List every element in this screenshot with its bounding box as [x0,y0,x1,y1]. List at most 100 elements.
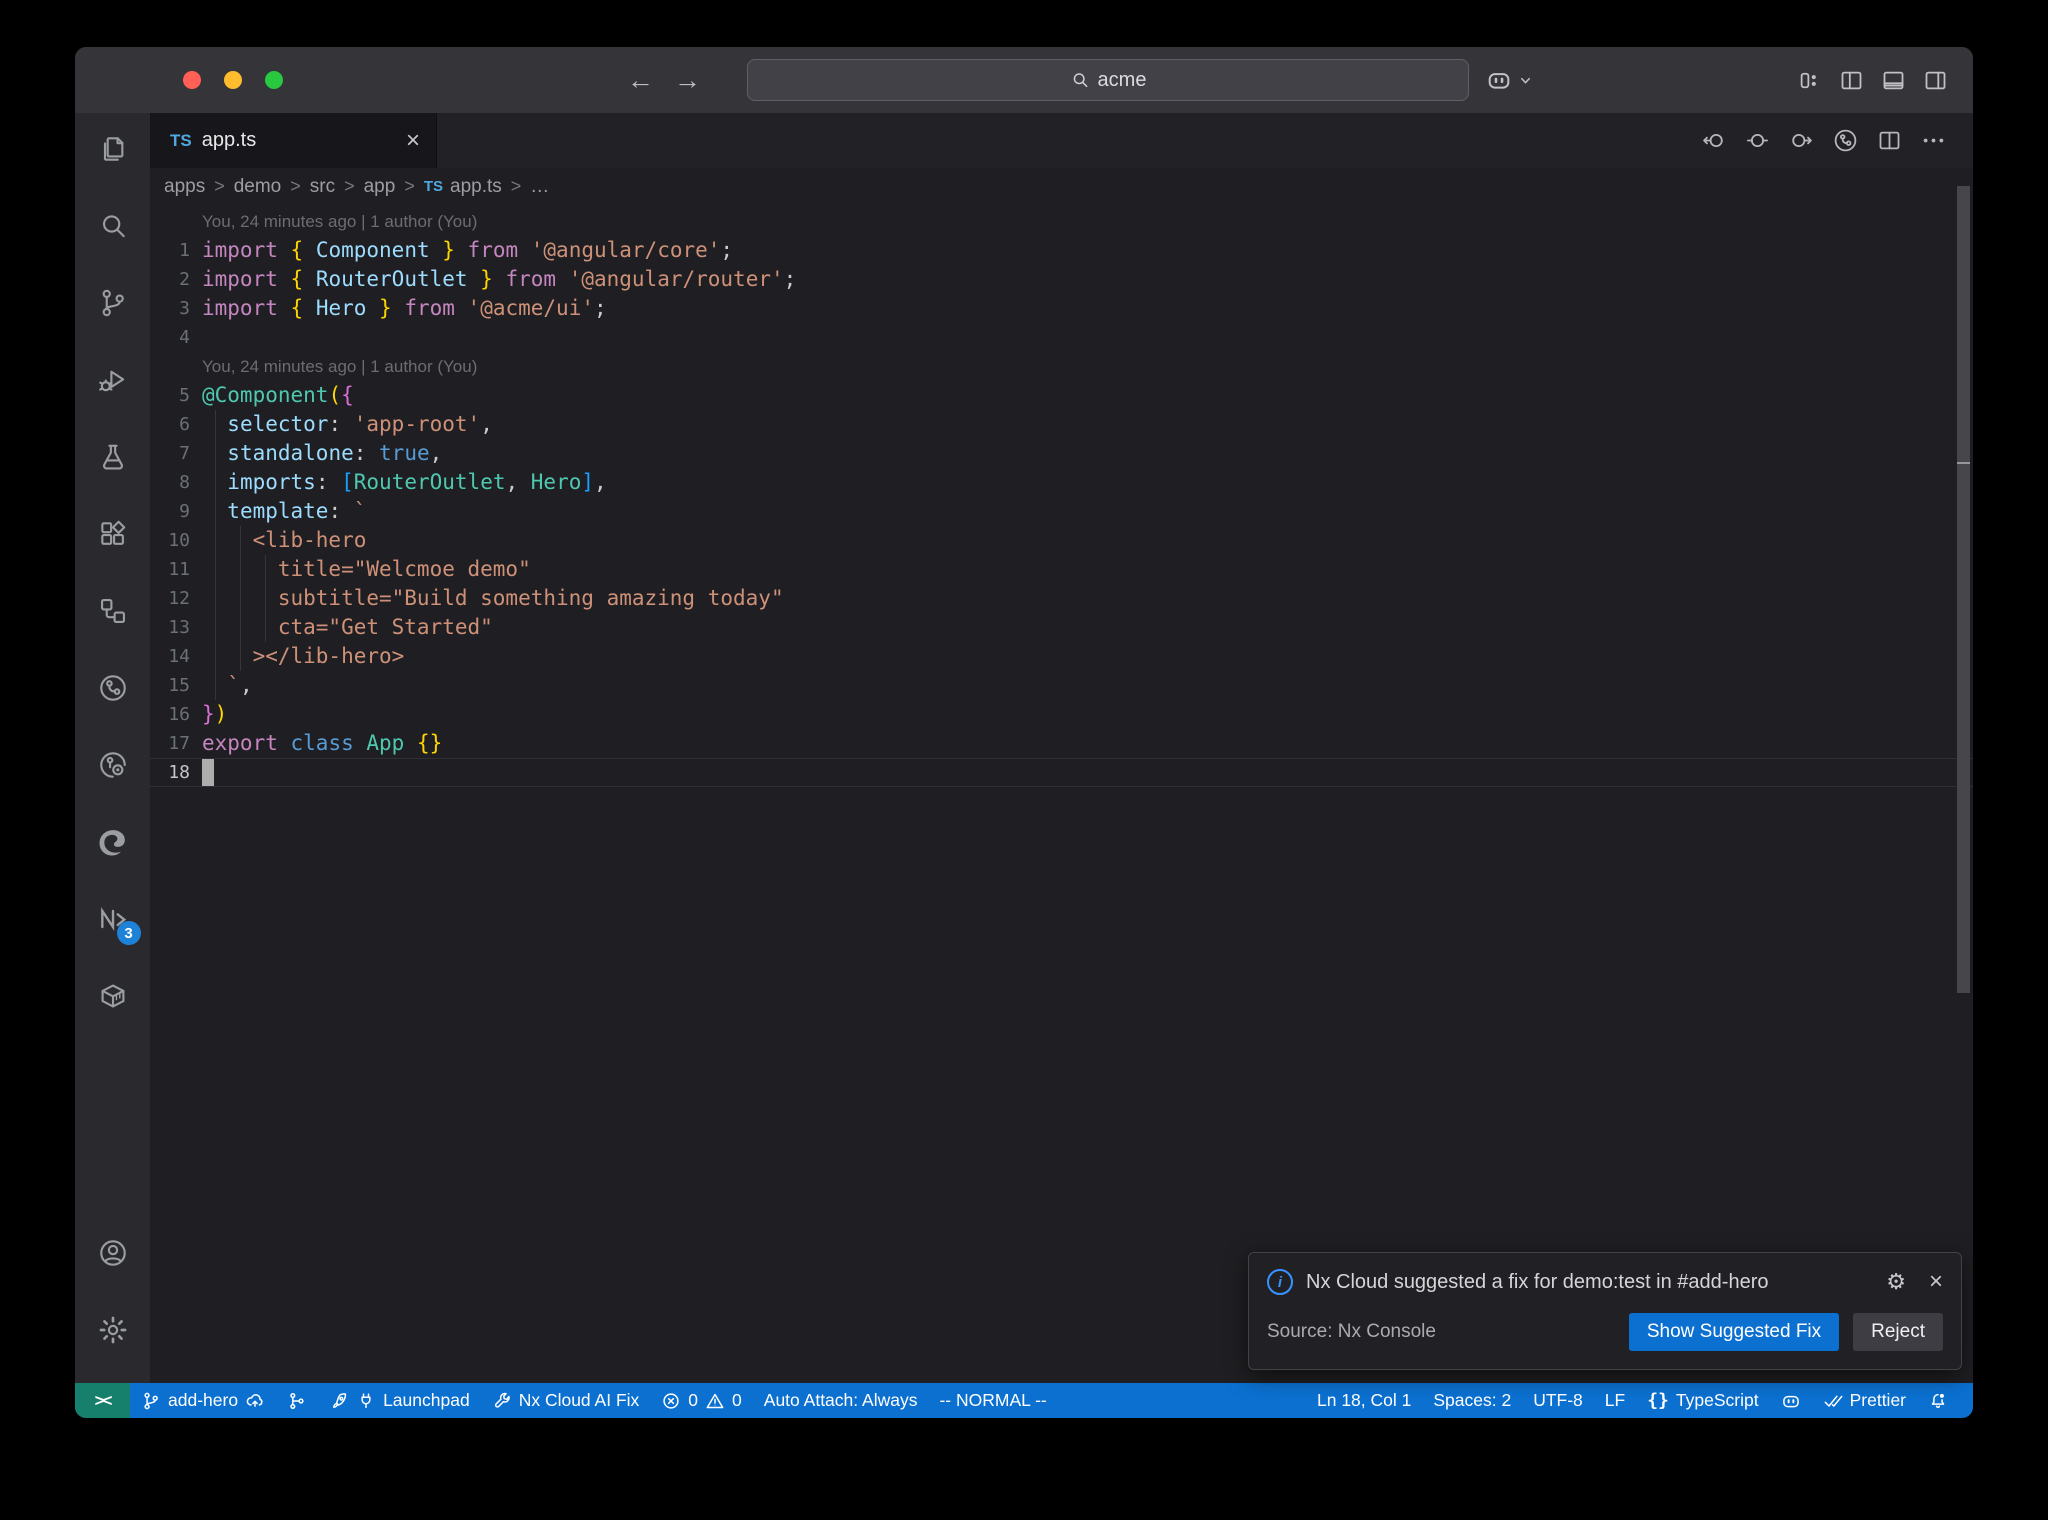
code-line-3[interactable]: 3 import { Hero } from '@acme/ui'; [150,294,1973,323]
breadcrumb-item[interactable]: … [530,176,549,198]
activity-git-graph-icon[interactable] [89,664,137,712]
git-graph-small-icon [287,1391,307,1411]
status-auto-attach[interactable]: Auto Attach: Always [753,1383,929,1418]
code-line-11[interactable]: 11 title="Welcmoe demo" [150,555,1973,584]
breadcrumb-item[interactable]: TS app.ts [424,176,502,198]
status-language-mode[interactable]: {} TypeScript [1636,1383,1769,1418]
copilot-menu[interactable] [1485,47,1533,113]
nav-back-icon[interactable] [1700,127,1727,154]
code-line-1[interactable]: 1 import { Component } from '@angular/cor… [150,236,1973,265]
status-indentation[interactable]: Spaces: 2 [1422,1383,1522,1418]
status-formatter[interactable]: Prettier [1812,1383,1917,1418]
activity-docker-icon[interactable] [89,972,137,1020]
status-notifications-bell[interactable] [1917,1383,1959,1418]
activity-hierarchy-icon[interactable] [89,587,137,635]
vscode-window: ← → acme 3 TS app.ts × apps > demo > src… [75,47,1973,1418]
code-line-12[interactable]: 12 subtitle="Build something amazing tod… [150,584,1973,613]
run-graph-icon[interactable] [1832,127,1859,154]
nav-forward-icon[interactable] [1788,127,1815,154]
split-editor-icon[interactable] [1876,127,1903,154]
activity-extensions-icon[interactable] [89,510,137,558]
code-line-5[interactable]: 5 @Component({ [150,381,1973,410]
toggle-panel-icon[interactable] [1880,67,1907,94]
status-branch[interactable]: add-hero [130,1383,276,1418]
activity-search-icon[interactable] [89,202,137,250]
code-line-14[interactable]: 14 ></lib-hero> [150,642,1973,671]
show-suggested-fix-button[interactable]: Show Suggested Fix [1628,1313,1840,1351]
history-back-icon[interactable]: ← [627,65,654,96]
code-line-15[interactable]: 15 `, [150,671,1973,700]
code-line-6[interactable]: 6 selector: 'app-root', [150,410,1973,439]
line-number: 2 [179,269,190,290]
code-line-9[interactable]: 9 template: ` [150,497,1973,526]
status-git-graph-status[interactable] [276,1383,318,1418]
notification-settings-icon[interactable]: ⚙ [1886,1269,1906,1295]
bell-dot-icon [1928,1391,1948,1411]
git-blame-annotation: You, 24 minutes ago | 1 author (You) [202,357,478,376]
chevron-right-icon: > [510,176,522,196]
breadcrumb-item[interactable]: apps [164,176,205,198]
status-problems[interactable]: 00 [650,1383,752,1418]
more-actions-icon[interactable] [1920,127,1947,154]
activity-account-icon[interactable] [89,1229,137,1277]
line-number: 4 [179,327,190,348]
status-vim-mode[interactable]: -- NORMAL -- [928,1383,1057,1418]
notification-toast: i Nx Cloud suggested a fix for demo:test… [1248,1252,1962,1370]
chevron-right-icon: > [214,176,225,196]
nav-position-icon[interactable] [1744,127,1771,154]
code-line-7[interactable]: 7 standalone: true, [150,439,1973,468]
editor-scrollbar[interactable] [1957,186,1970,993]
chevron-down-icon [1521,77,1530,84]
notification-close-icon[interactable]: × [1929,1268,1943,1296]
close-tab-icon[interactable]: × [406,128,420,153]
activity-settings-icon[interactable] [89,1306,137,1354]
activity-run-debug-icon[interactable] [89,356,137,404]
breadcrumb-item[interactable]: app [364,176,396,198]
code-line-4[interactable]: 4 [150,323,1973,352]
history-forward-icon[interactable]: → [674,65,701,96]
status-nx-cloud-ai-fix[interactable]: Nx Cloud AI Fix [481,1383,651,1418]
activity-edge-browser-icon[interactable] [89,818,137,866]
code-line-10[interactable]: 10 <lib-hero [150,526,1973,555]
notification-title: Nx Cloud suggested a fix for demo:test i… [1306,1270,1769,1293]
status-copilot[interactable] [1770,1383,1812,1418]
warning-triangle-icon [705,1391,725,1411]
code-line-13[interactable]: 13 cta="Get Started" [150,613,1973,642]
activity-testing-icon[interactable] [89,433,137,481]
remote-indicator[interactable]: >< [75,1383,130,1418]
code-line-8[interactable]: 8 imports: [RouterOutlet, Hero], [150,468,1973,497]
close-window-button[interactable] [183,71,201,89]
activity-nx-console-icon[interactable]: 3 [89,895,141,945]
line-number: 17 [168,733,190,754]
nx-console-badge: 3 [116,921,141,945]
tab-app-ts[interactable]: TS app.ts × [150,113,437,168]
code-line-2[interactable]: 2 import { RouterOutlet } from '@angular/… [150,265,1973,294]
breadcrumb-item[interactable]: demo [234,176,282,198]
typescript-file-icon: TS [423,178,443,195]
status-encoding[interactable]: UTF-8 [1522,1383,1594,1418]
status-launchpad[interactable]: Launchpad [318,1383,481,1418]
code-line-16[interactable]: 16}) [150,700,1973,729]
code-line-18[interactable]: 18 [150,758,1973,787]
toggle-primary-sidebar-icon[interactable] [1838,67,1865,94]
typescript-file-icon: TS [170,130,192,150]
error-circle-icon [661,1391,681,1411]
line-number: 8 [179,472,190,493]
chevron-right-icon: > [404,176,415,196]
line-number: 6 [179,414,190,435]
activity-gitlens-icon[interactable] [89,741,137,789]
toggle-secondary-sidebar-icon[interactable] [1922,67,1949,94]
status-cursor-position[interactable]: Ln 18, Col 1 [1306,1383,1422,1418]
code-line-17[interactable]: 17 export class App {} [150,729,1973,758]
breadcrumb-item[interactable]: src [310,176,335,198]
code-editor[interactable]: You, 24 minutes ago | 1 author (You) 1 imp… [150,205,1973,1383]
check-all-icon [1823,1391,1843,1411]
minimize-window-button[interactable] [224,71,242,89]
activity-source-control-icon[interactable] [89,279,137,327]
status-eol[interactable]: LF [1594,1383,1636,1418]
command-center-search[interactable]: acme [747,59,1469,101]
reject-button[interactable]: Reject [1853,1313,1943,1351]
activity-explorer-icon[interactable] [89,125,137,173]
layout-customize-icon[interactable] [1796,67,1823,94]
zoom-window-button[interactable] [265,71,283,89]
